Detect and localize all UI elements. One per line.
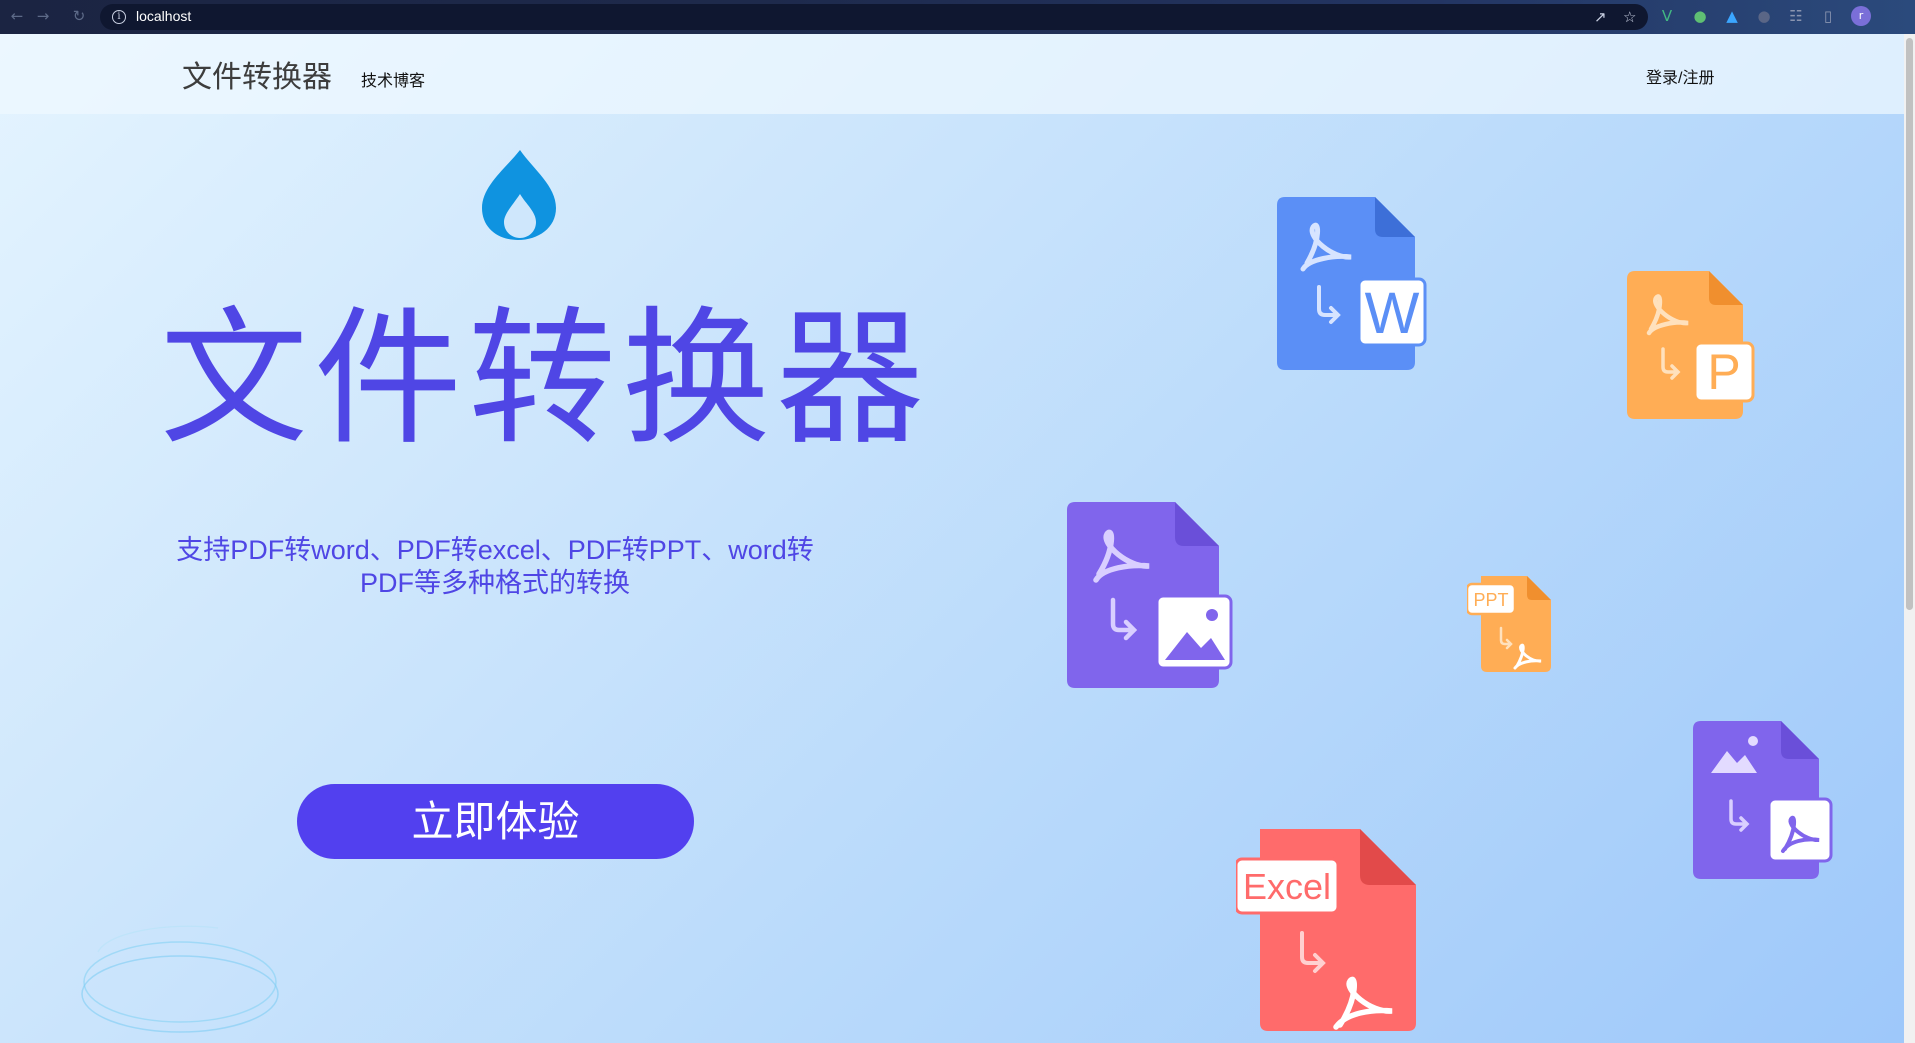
excel-to-pdf-icon: Excel bbox=[1236, 829, 1416, 1031]
vue-extension-icon[interactable]: V bbox=[1657, 5, 1677, 27]
try-now-button[interactable]: 立即体验 bbox=[297, 784, 694, 859]
site-brand[interactable]: 文件转换器 bbox=[182, 52, 332, 96]
scrollbar-thumb[interactable] bbox=[1906, 38, 1913, 610]
hero-description: 支持PDF转word、PDF转excel、PDF转PPT、word转PDF等多种… bbox=[176, 535, 814, 598]
browser-toolbar: ← → ↻ i localhost ↗ ☆ V ● ▲ ● ☷ ▯ r bbox=[0, 0, 1915, 34]
decorative-rings bbox=[81, 925, 279, 1033]
back-icon[interactable]: ← bbox=[6, 5, 28, 27]
address-bar[interactable]: i localhost ↗ ☆ bbox=[100, 4, 1648, 30]
pdf-to-image-icon bbox=[1067, 502, 1233, 688]
flame-icon bbox=[482, 150, 556, 240]
reload-icon[interactable]: ↻ bbox=[68, 5, 90, 27]
share-icon[interactable]: ↗ bbox=[1594, 7, 1607, 27]
sidebar-icon[interactable]: ▯ bbox=[1818, 5, 1838, 27]
hero-title: 文件转换器 bbox=[160, 293, 930, 465]
word-badge: W bbox=[1365, 281, 1420, 346]
page-scrollbar[interactable] bbox=[1904, 34, 1915, 1043]
extension-icon[interactable]: ● bbox=[1754, 5, 1774, 27]
forward-icon[interactable]: → bbox=[32, 5, 54, 27]
excel-tag: Excel bbox=[1243, 866, 1331, 907]
site-info-icon[interactable]: i bbox=[112, 10, 126, 24]
ppt-small-tag: PPT bbox=[1473, 590, 1508, 610]
nav-tech-blog[interactable]: 技术博客 bbox=[361, 67, 425, 91]
pdf-to-ppt-icon: P bbox=[1627, 271, 1755, 419]
address-url[interactable]: localhost bbox=[136, 8, 191, 24]
bookmark-star-icon[interactable]: ☆ bbox=[1623, 7, 1636, 27]
pdf-to-word-icon: W bbox=[1277, 197, 1427, 370]
ppt-badge: P bbox=[1707, 344, 1740, 400]
page-viewport: 文件转换器 技术博客 登录/注册 文件转换器 支持PDF转word、PDF转ex… bbox=[0, 34, 1904, 1043]
image-to-pdf-icon bbox=[1693, 721, 1833, 879]
site-header: 文件转换器 技术博客 登录/注册 bbox=[0, 34, 1904, 114]
extension-puzzle-icon[interactable]: ☷ bbox=[1786, 5, 1806, 27]
login-register-link[interactable]: 登录/注册 bbox=[1646, 64, 1714, 88]
extension-icon[interactable]: ▲ bbox=[1722, 5, 1742, 27]
ppt-to-pdf-icon: PPT bbox=[1467, 576, 1551, 672]
extension-icon[interactable]: ● bbox=[1690, 5, 1710, 27]
profile-avatar[interactable]: r bbox=[1851, 6, 1871, 26]
